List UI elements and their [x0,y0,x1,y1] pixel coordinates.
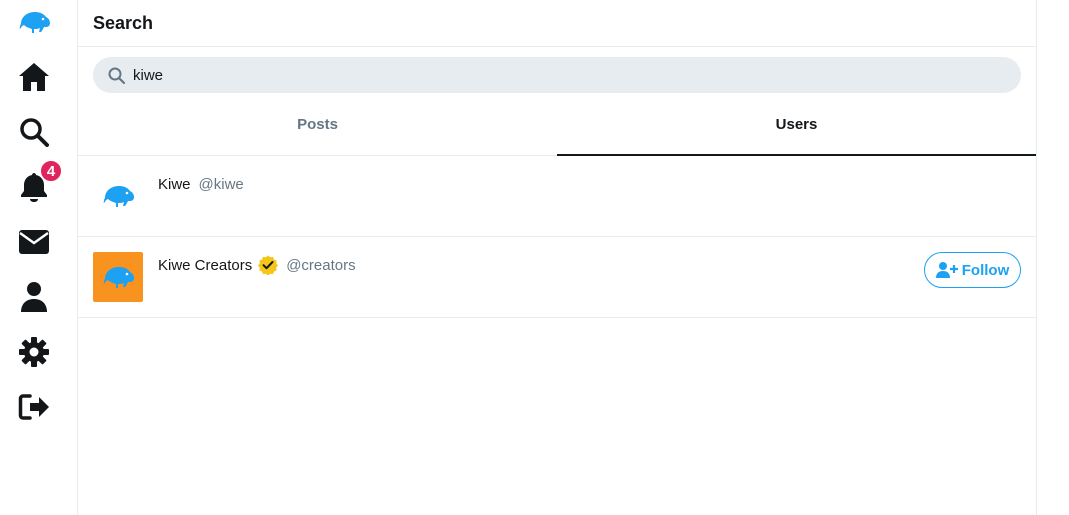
kiwi-logo-icon [101,182,135,210]
search-input[interactable] [133,66,993,84]
sidebar: 4 [0,0,78,515]
kiwi-logo-icon [101,263,135,291]
search-bar [78,47,1036,94]
search-icon [108,67,133,84]
search-box[interactable] [93,57,1021,93]
tab-posts[interactable]: Posts [78,94,557,155]
sign-out-icon[interactable] [17,390,51,424]
user-result-row[interactable]: Kiwe Creators @creators Follow [78,237,1036,318]
search-page: Search Posts Users Kiwe @kiwe [78,0,1037,515]
user-name[interactable]: Kiwe [158,176,191,193]
user-name[interactable]: Kiwe Creators [158,257,252,274]
gear-icon[interactable] [17,335,51,369]
home-icon[interactable] [17,60,51,94]
follow-button[interactable]: Follow [924,252,1021,288]
page-title: Search [93,12,154,33]
user-icon[interactable] [17,280,51,314]
kiwi-logo-icon[interactable] [17,5,51,39]
avatar [93,252,143,302]
search-tabs: Posts Users [78,94,1036,156]
verified-badge-icon [258,255,279,275]
user-info: Kiwe @kiwe [158,171,244,197]
tab-users[interactable]: Users [557,94,1036,156]
follow-label: Follow [961,261,1010,279]
user-info: Kiwe Creators @creators [158,252,356,278]
user-handle: @kiwe [198,175,244,193]
avatar [93,171,143,221]
envelope-icon[interactable] [17,225,51,259]
user-result-row[interactable]: Kiwe @kiwe [78,156,1036,237]
search-icon[interactable] [17,115,51,149]
page-header: Search [78,0,1036,47]
add-user-icon [935,261,962,279]
notification-badge: 4 [39,159,63,183]
user-handle: @creators [286,256,356,274]
